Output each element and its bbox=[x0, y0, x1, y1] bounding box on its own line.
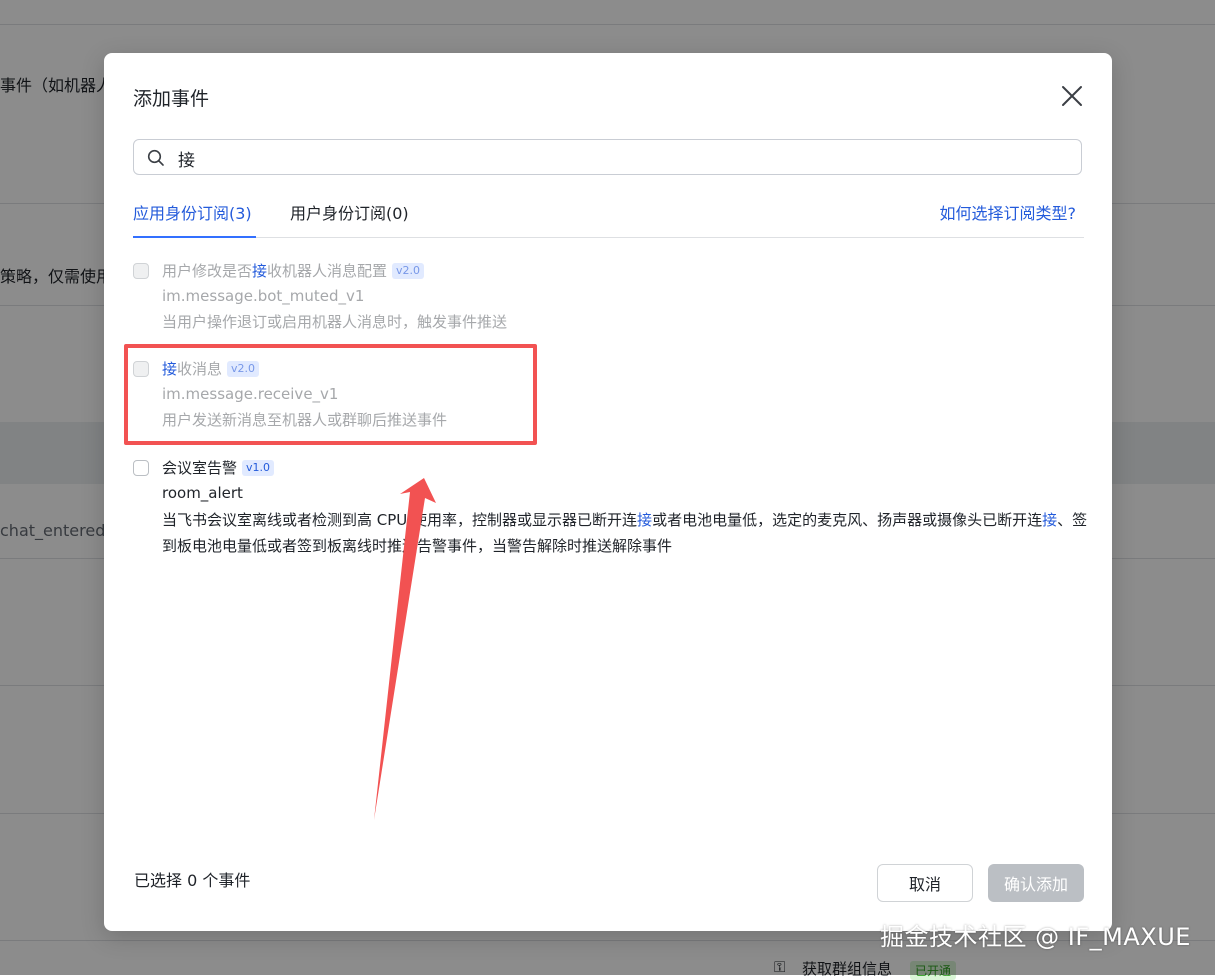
annotation-arrow-icon bbox=[374, 478, 436, 820]
watermark: 掘金技术社区 @ IF_MAXUE bbox=[880, 923, 1191, 951]
